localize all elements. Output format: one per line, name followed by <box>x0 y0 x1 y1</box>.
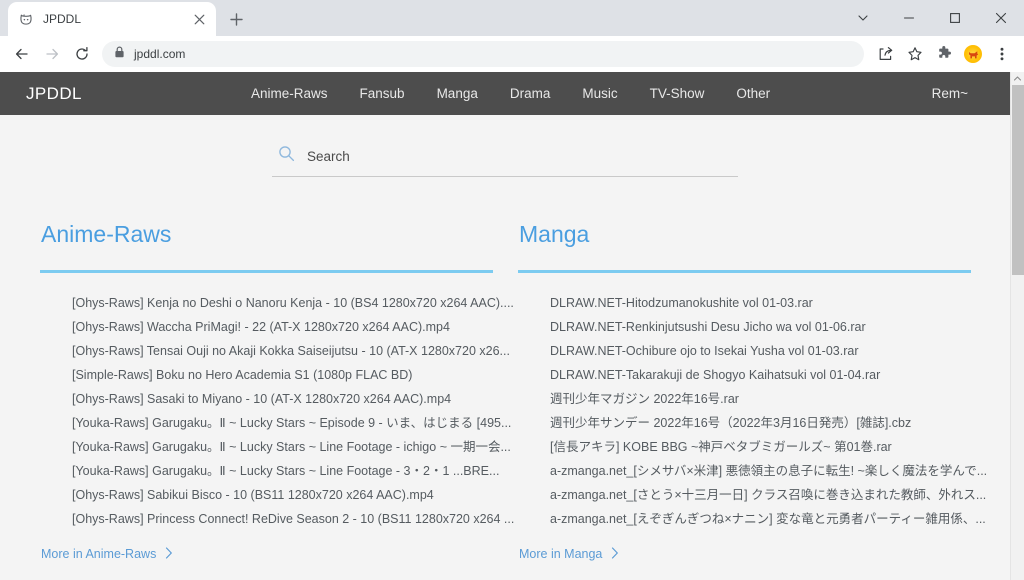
section-anime-raws: Anime-Raws [Ohys-Raws] Kenja no Deshi o … <box>40 221 518 563</box>
list-item[interactable]: [Ohys-Raws] Princess Connect! ReDive Sea… <box>72 507 518 531</box>
url-text: jpddl.com <box>134 47 186 61</box>
list-item[interactable]: DLRAW.NET-Takarakuji de Shogyo Kaihatsuk… <box>550 363 996 387</box>
dog-extension-icon[interactable] <box>959 40 987 68</box>
website-content: JPDDL Anime-Raws Fansub Manga Drama Musi… <box>0 72 1010 580</box>
list-item[interactable]: [Ohys-Raws] Tensai Ouji no Akaji Kokka S… <box>72 339 518 363</box>
chevron-right-icon <box>165 547 173 561</box>
more-link-label: More in Manga <box>519 547 603 561</box>
lock-icon <box>114 45 125 63</box>
window-close-icon[interactable] <box>978 2 1024 34</box>
tab-strip: JPDDL <box>0 0 1024 36</box>
site-brand[interactable]: JPDDL <box>26 84 82 104</box>
nav-item-other[interactable]: Other <box>736 86 770 101</box>
browser-tab[interactable]: JPDDL <box>8 2 216 36</box>
window-controls <box>840 0 1024 36</box>
list-item[interactable]: 週刊少年サンデー 2022年16号（2022年3月16日発売）[雑誌].cbz <box>550 411 996 435</box>
anime-raws-list: [Ohys-Raws] Kenja no Deshi o Nanoru Kenj… <box>40 291 518 531</box>
nav-item-tv-show[interactable]: TV-Show <box>650 86 705 101</box>
nav-item-manga[interactable]: Manga <box>437 86 478 101</box>
new-tab-button[interactable] <box>222 5 250 33</box>
section-manga: Manga DLRAW.NET-Hitodzumanokushite vol 0… <box>518 221 996 563</box>
share-icon[interactable] <box>872 40 900 68</box>
section-divider <box>518 270 971 273</box>
address-bar[interactable]: jpddl.com <box>102 41 864 67</box>
scroll-up-arrow-icon[interactable] <box>1011 72 1024 85</box>
content-columns: Anime-Raws [Ohys-Raws] Kenja no Deshi o … <box>0 177 1010 563</box>
list-item[interactable]: [Ohys-Raws] Waccha PriMagi! - 22 (AT-X 1… <box>72 315 518 339</box>
back-arrow-icon[interactable] <box>8 40 36 68</box>
list-item[interactable]: DLRAW.NET-Renkinjutsushi Desu Jicho wa v… <box>550 315 996 339</box>
more-in-anime-raws-link[interactable]: More in Anime-Raws <box>40 547 173 561</box>
nav-links: Anime-Raws Fansub Manga Drama Music TV-S… <box>251 86 770 101</box>
user-menu[interactable]: Rem~ <box>932 86 968 101</box>
reload-icon[interactable] <box>68 40 96 68</box>
section-title[interactable]: Anime-Raws <box>40 221 518 248</box>
section-divider <box>40 270 493 273</box>
list-item[interactable]: DLRAW.NET-Hitodzumanokushite vol 01-03.r… <box>550 291 996 315</box>
close-icon[interactable] <box>190 10 208 28</box>
chevron-down-icon[interactable] <box>840 2 886 34</box>
manga-list: DLRAW.NET-Hitodzumanokushite vol 01-03.r… <box>518 291 996 531</box>
search-placeholder: Search <box>307 148 350 164</box>
list-item[interactable]: [信長アキラ] KOBE BBG ~神戸ベタブミガールズ~ 第01巻.rar <box>550 435 996 459</box>
more-in-manga-link[interactable]: More in Manga <box>518 547 619 561</box>
more-link-label: More in Anime-Raws <box>41 547 157 561</box>
list-item[interactable]: [Youka-Raws] Garugaku。Ⅱ ~ Lucky Stars ~ … <box>72 459 518 483</box>
browser-chrome: JPDDL jpddl.com <box>0 0 1024 72</box>
list-item[interactable]: a-zmanga.net_[えぞぎんぎつね×ナニン] 変な竜と元勇者パーティー雑… <box>550 507 996 531</box>
list-item[interactable]: [Simple-Raws] Boku no Hero Academia S1 (… <box>72 363 518 387</box>
list-item[interactable]: [Ohys-Raws] Sabikui Bisco - 10 (BS11 128… <box>72 483 518 507</box>
list-item[interactable]: [Youka-Raws] Garugaku。Ⅱ ~ Lucky Stars ~ … <box>72 411 518 435</box>
list-item[interactable]: [Youka-Raws] Garugaku。Ⅱ ~ Lucky Stars ~ … <box>72 435 518 459</box>
list-item[interactable]: 週刊少年マガジン 2022年16号.rar <box>550 387 996 411</box>
puzzle-icon[interactable] <box>930 40 958 68</box>
site-navbar: JPDDL Anime-Raws Fansub Manga Drama Musi… <box>0 72 1010 115</box>
page-scrollbar[interactable] <box>1010 72 1024 580</box>
nav-item-music[interactable]: Music <box>582 86 617 101</box>
chevron-right-icon <box>611 547 619 561</box>
maximize-icon[interactable] <box>932 2 978 34</box>
cat-favicon <box>18 11 34 27</box>
nav-item-anime-raws[interactable]: Anime-Raws <box>251 86 328 101</box>
search-icon <box>278 145 295 167</box>
page-viewport: JPDDL Anime-Raws Fansub Manga Drama Musi… <box>0 72 1024 580</box>
nav-item-drama[interactable]: Drama <box>510 86 551 101</box>
section-title[interactable]: Manga <box>518 221 996 248</box>
list-item[interactable]: DLRAW.NET-Ochibure ojo to Isekai Yusha v… <box>550 339 996 363</box>
nav-item-fansub[interactable]: Fansub <box>360 86 405 101</box>
search-input[interactable]: Search <box>272 145 738 177</box>
list-item[interactable]: a-zmanga.net_[シメサバ×米津] 悪徳領主の息子に転生! ~楽しく魔… <box>550 459 996 483</box>
scrollbar-thumb[interactable] <box>1012 85 1024 275</box>
list-item[interactable]: [Ohys-Raws] Kenja no Deshi o Nanoru Kenj… <box>72 291 518 315</box>
tab-title: JPDDL <box>43 12 82 26</box>
star-icon[interactable] <box>901 40 929 68</box>
list-item[interactable]: a-zmanga.net_[さとう×十三月一日] クラス召喚に巻き込まれた教師、… <box>550 483 996 507</box>
minimize-icon[interactable] <box>886 2 932 34</box>
three-dot-menu-icon[interactable] <box>988 40 1016 68</box>
browser-toolbar: jpddl.com <box>0 36 1024 72</box>
list-item[interactable]: [Ohys-Raws] Sasaki to Miyano - 10 (AT-X … <box>72 387 518 411</box>
toolbar-actions <box>872 40 1016 68</box>
search-area: Search <box>0 115 1010 177</box>
forward-arrow-icon[interactable] <box>38 40 66 68</box>
